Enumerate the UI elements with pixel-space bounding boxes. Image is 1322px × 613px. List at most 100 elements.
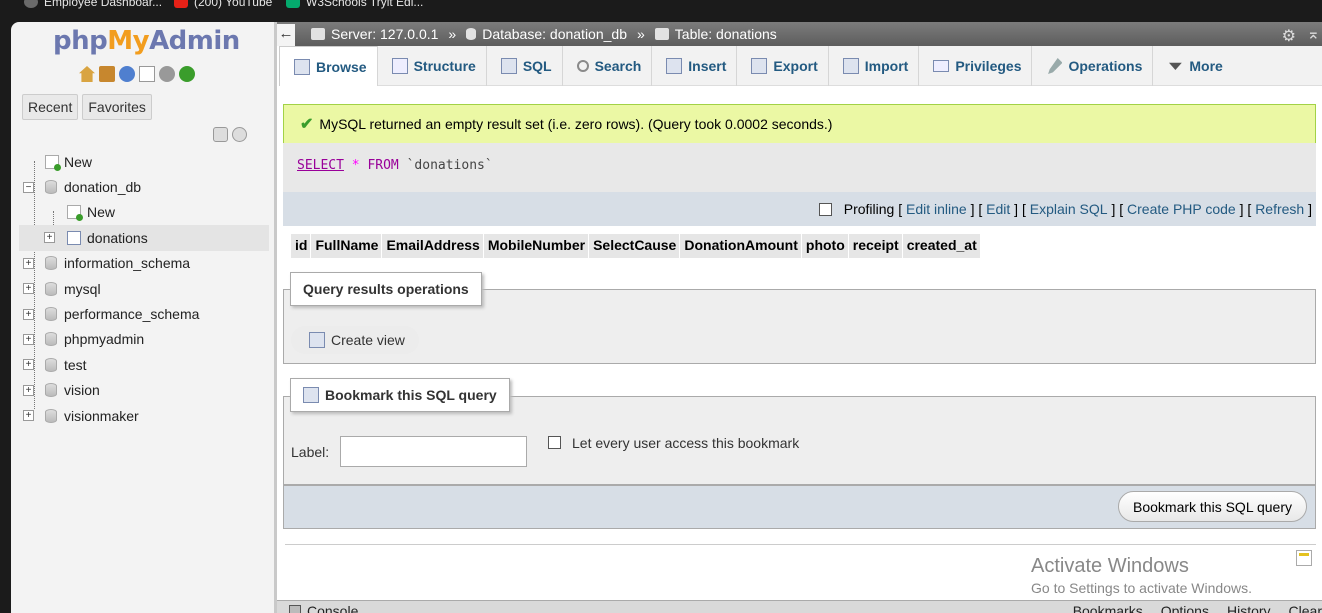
tab-operations[interactable]: Operations [1032,46,1154,86]
bookmark-title: Bookmark this SQL query [290,378,510,412]
breadcrumb-server[interactable]: Server: 127.0.0.1 [331,26,438,42]
globe-icon [24,0,38,8]
column-header[interactable]: FullName [311,234,383,258]
database-icon [45,307,57,322]
expand-icon[interactable]: + [44,232,55,244]
tree-item-information-schema[interactable]: + information_schema [19,251,269,276]
bookmark-footer: Bookmark this SQL query [283,485,1316,529]
gear-icon[interactable]: ⚙ [1282,26,1296,46]
share-bookmark-checkbox[interactable] [548,436,561,449]
console-options[interactable]: Options [1161,603,1209,613]
tree-item-phpmyadmin[interactable]: + phpmyadmin [19,327,269,352]
create-view-icon [309,332,325,348]
tree-item-vision[interactable]: + vision [19,378,269,403]
recent-button[interactable]: Recent [22,94,79,120]
console-bookmarks[interactable]: Bookmarks [1073,603,1143,613]
console-clear[interactable]: Clear [1289,603,1322,613]
collapse-icon[interactable]: − [23,181,34,193]
server-icon [311,28,325,40]
edit-link[interactable]: Edit [986,201,1010,217]
structure-icon [391,58,408,74]
query-links: Profiling [ Edit inline ] [ Edit ] [ Exp… [283,192,1316,226]
settings-icon[interactable] [159,66,175,82]
divider [285,544,1316,545]
create-php-code-link[interactable]: Create PHP code [1127,201,1236,217]
success-message: ✔ MySQL returned an empty result set (i.… [283,104,1316,143]
tree-item-new-table[interactable]: New [19,200,269,225]
tree-item-visionmaker[interactable]: + visionmaker [19,403,269,428]
explain-sql-link[interactable]: Explain SQL [1030,201,1108,217]
tab-more[interactable]: More [1153,46,1232,86]
sql-icon [500,58,517,74]
bookmark-employee-dashboard[interactable]: Employee Dashboar... [24,0,162,9]
column-header[interactable]: id [291,234,312,258]
database-icon [45,383,57,398]
collapse-up-icon[interactable]: ⌅ [1307,24,1320,44]
edit-inline-link[interactable]: Edit inline [906,201,967,217]
tab-browse[interactable]: Browse [279,46,378,86]
bookmark-w3schools[interactable]: W3Schools Tryit Edi... [286,0,423,9]
docs-icon[interactable] [139,66,155,82]
profiling-checkbox[interactable] [818,202,832,216]
expand-icon[interactable]: + [23,333,34,345]
tree-item-performance-schema[interactable]: + performance_schema [19,301,269,326]
breadcrumb-database[interactable]: Database: donation_db [482,26,627,42]
check-icon: ✔ [300,116,314,133]
column-header[interactable]: photo [801,234,849,258]
expand-icon[interactable]: + [23,359,34,371]
home-icon[interactable] [79,66,95,82]
exit-icon[interactable] [99,66,115,82]
column-header[interactable]: created_at [902,234,981,258]
column-header[interactable]: MobileNumber [483,234,590,258]
bookmark-label-text: Label: [291,443,330,460]
collapse-all-icon[interactable] [213,127,228,142]
tree-item-test[interactable]: + test [19,352,269,377]
create-view-button[interactable]: Create view [291,326,419,354]
back-arrow-icon[interactable]: ← [277,24,295,46]
tab-structure[interactable]: Structure [378,46,487,86]
w3schools-icon [286,0,300,8]
tree-item-new[interactable]: New [19,149,269,174]
chevron-down-icon [1168,62,1182,70]
link-with-main-icon[interactable] [232,127,247,142]
column-header[interactable]: receipt [848,234,903,258]
database-icon [466,28,477,40]
column-header[interactable]: EmailAddress [382,234,484,258]
bookmarks-bar: Employee Dashboar... (200) YouTube W3Sch… [0,0,1322,22]
column-header[interactable]: DonationAmount [680,234,802,258]
tab-sql[interactable]: SQL [487,46,563,86]
new-database-icon [45,154,61,171]
tree-item-mysql[interactable]: + mysql [19,276,269,301]
bookmark-label-input[interactable] [340,436,528,467]
expand-icon[interactable]: + [23,308,34,320]
bookmark-query-button[interactable]: Bookmark this SQL query [1118,491,1307,522]
column-header[interactable]: SelectCause [589,234,681,258]
expand-icon[interactable]: + [23,283,34,295]
expand-icon[interactable]: + [23,257,34,269]
operations-icon [1048,58,1063,74]
bookmark-youtube[interactable]: (200) YouTube [174,0,272,9]
console-history[interactable]: History [1227,603,1271,613]
tab-import[interactable]: Import [829,46,920,86]
expand-icon[interactable]: + [23,410,34,422]
insert-icon [666,58,683,74]
tree-item-donations[interactable]: + donations [19,225,269,251]
console-toggle[interactable]: Console [289,603,358,613]
tree-item-donation-db[interactable]: − donation_db [19,174,269,199]
refresh-link[interactable]: Refresh [1255,201,1304,217]
reload-icon[interactable] [179,66,195,82]
notes-icon[interactable] [1296,550,1312,566]
console-bar: Console Bookmarks Options History Clear [277,600,1322,613]
tab-export[interactable]: Export [737,46,829,86]
tab-insert[interactable]: Insert [652,46,738,86]
favorites-button[interactable]: Favorites [82,94,152,120]
breadcrumb-table[interactable]: Table: donations [675,26,777,42]
expand-icon[interactable]: + [23,384,34,396]
database-icon [45,256,57,271]
sql-query-display[interactable]: SELECT * FROM `donations` [283,143,1316,192]
help-icon[interactable] [119,66,135,82]
phpmyadmin-logo[interactable]: phpMyAdmin [53,26,240,56]
browse-icon [294,58,310,75]
tab-search[interactable]: Search [563,46,653,86]
tab-privileges[interactable]: Privileges [919,46,1033,86]
